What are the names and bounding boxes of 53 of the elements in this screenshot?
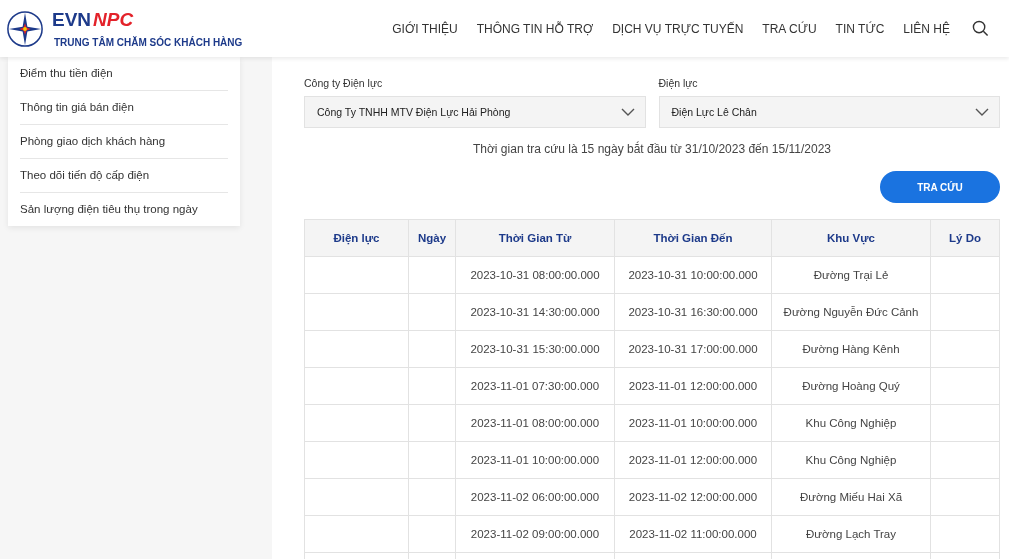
table-cell: 2023-11-01 10:00:00.000 [614, 404, 772, 442]
table-cell: 2023-11-01 07:30:00.000 [455, 367, 615, 405]
nav-link[interactable]: GIỚI THIỆU [392, 21, 458, 36]
sidebar-item[interactable]: Thông tin giá bán điện [20, 91, 228, 125]
column-header: Lý Do [930, 219, 1000, 257]
sidebar-item[interactable]: Sản lượng điện tiêu thụ trong ngày [20, 193, 228, 226]
column-header: Ngày [408, 219, 456, 257]
table-cell: 2023-10-31 17:00:00.000 [614, 330, 772, 368]
chevron-down-icon [620, 108, 635, 116]
table-cell: Đường Hàng Kênh [771, 330, 931, 368]
table-cell: Đường Hoàng Quý [771, 367, 931, 405]
table-cell: 2023-11-02 11:00:00.000 [614, 515, 772, 553]
table-cell: 2023-11-01 12:00:00.000 [614, 367, 772, 405]
nav-link[interactable]: LIÊN HỆ [903, 21, 950, 36]
table-cell: 2023-11-01 10:00:00.000 [455, 441, 615, 479]
compass-star-logo-icon[interactable] [6, 9, 44, 48]
table-cell: 2023-10-31 10:00:00.000 [614, 256, 772, 294]
search-icon[interactable] [972, 20, 989, 37]
nav-link[interactable]: THÔNG TIN HỖ TRỢ [476, 21, 594, 36]
table-cell: Đường Nguyễn Đức Cảnh [771, 293, 931, 331]
table-cell: Khu Công Nghiệp [771, 441, 931, 479]
column-header: Điện lực [304, 219, 409, 257]
table-cell: 2023-11-02 12:00:00.000 [614, 478, 772, 516]
table-cell: Đường Trại Lẻ [771, 256, 931, 294]
search-button[interactable]: TRA CỨU [880, 171, 1000, 203]
nav-link[interactable]: TIN TỨC [835, 21, 885, 36]
dropdown-field[interactable]: Điện Lực Lê Chân [658, 96, 1000, 128]
table-cell: 2023-10-31 16:30:00.000 [614, 293, 772, 331]
sidebar-item[interactable]: Phòng giao dịch khách hàng [20, 125, 228, 159]
brand-subtitle: TRUNG TÂM CHĂM SÓC KHÁCH HÀNG [53, 37, 243, 48]
dropdown-field[interactable]: Công Ty TNHH MTV Điện Lực Hải Phòng [304, 96, 646, 128]
field-label: Công ty Điện lực [304, 77, 384, 89]
brand-name[interactable]: EVNNPC [48, 9, 243, 31]
column-header: Khu Vực [771, 219, 931, 257]
column-header: Thời Gian Từ [455, 219, 615, 257]
table-cell: 2023-11-02 09:00:00.000 [455, 515, 615, 553]
table-cell: Đường Miếu Hai Xã [771, 478, 931, 516]
table-cell: 2023-10-31 08:00:00.000 [455, 256, 615, 294]
table-cell: Khu Công Nghiệp [771, 404, 931, 442]
sidebar-item[interactable]: Điểm thu tiền điện [20, 57, 228, 91]
table-cell: 2023-11-01 08:00:00.000 [455, 404, 615, 442]
field-label: Điện lực [658, 77, 699, 89]
table-cell: Đường Lạch Tray [771, 515, 931, 553]
chevron-down-icon [975, 108, 989, 116]
search-period-note: Thời gian tra cứu là 15 ngày bắt đầu từ 31/10/2023 đến 15/11/2023 [472, 142, 832, 156]
table-cell: 2023-11-01 12:00:00.000 [614, 441, 772, 479]
sidebar-item[interactable]: Theo dõi tiến độ cấp điện [20, 159, 228, 193]
nav-link[interactable]: TRA CỨU [762, 21, 817, 36]
nav-link[interactable]: DỊCH VỤ TRỰC TUYẾN [612, 21, 744, 36]
table-cell: 2023-11-02 06:00:00.000 [455, 478, 615, 516]
table-cell: 2023-10-31 15:30:00.000 [455, 330, 615, 368]
table-cell: 2023-10-31 14:30:00.000 [455, 293, 615, 331]
column-header: Thời Gian Đến [614, 219, 772, 257]
